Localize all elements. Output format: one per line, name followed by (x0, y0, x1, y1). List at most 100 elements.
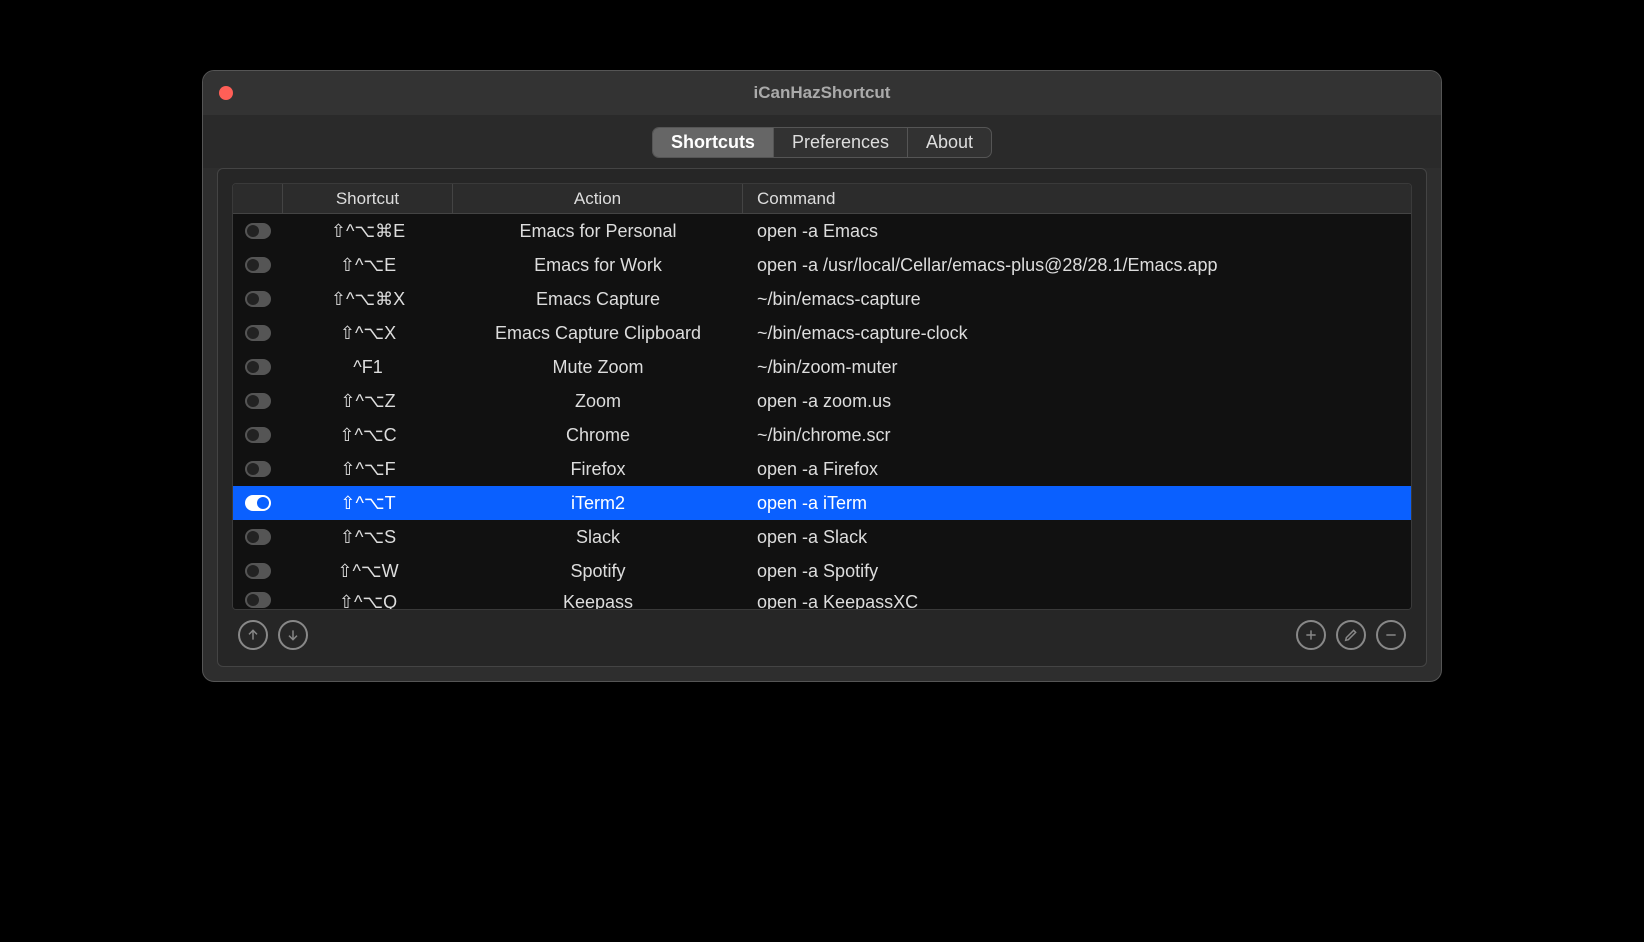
table-row[interactable]: ⇧^⌥⌘XEmacs Capture~/bin/emacs-capture (233, 282, 1411, 316)
row-command: open -a /usr/local/Cellar/emacs-plus@28/… (743, 255, 1411, 276)
close-icon[interactable] (219, 86, 233, 100)
row-toggle[interactable] (233, 461, 283, 477)
toggle-icon (245, 223, 271, 239)
toggle-icon (245, 563, 271, 579)
row-action: Keepass (453, 592, 743, 609)
row-shortcut: ⇧^⌥⌘E (283, 221, 453, 242)
segmented-control: Shortcuts Preferences About (652, 127, 992, 158)
tab-shortcuts[interactable]: Shortcuts (653, 128, 774, 157)
row-shortcut: ⇧^⌥Z (283, 391, 453, 412)
app-window: iCanHazShortcut Shortcuts Preferences Ab… (202, 70, 1442, 682)
row-command: open -a Spotify (743, 561, 1411, 582)
toggle-icon (245, 461, 271, 477)
row-command: open -a iTerm (743, 493, 1411, 514)
content-frame: Shortcut Action Command ⇧^⌥⌘EEmacs for P… (217, 168, 1427, 667)
arrow-down-icon (285, 627, 301, 643)
tab-about[interactable]: About (908, 128, 991, 157)
column-header-shortcut[interactable]: Shortcut (283, 184, 453, 213)
row-toggle[interactable] (233, 359, 283, 375)
window-title: iCanHazShortcut (203, 83, 1441, 103)
table-row[interactable]: ⇧^⌥SSlackopen -a Slack (233, 520, 1411, 554)
table-body: ⇧^⌥⌘EEmacs for Personalopen -a Emacs⇧^⌥E… (233, 214, 1411, 609)
tab-preferences[interactable]: Preferences (774, 128, 908, 157)
column-header-action[interactable]: Action (453, 184, 743, 213)
row-toggle[interactable] (233, 427, 283, 443)
table-row[interactable]: ⇧^⌥XEmacs Capture Clipboard~/bin/emacs-c… (233, 316, 1411, 350)
toggle-icon (245, 257, 271, 273)
row-command: open -a Slack (743, 527, 1411, 548)
row-command: ~/bin/emacs-capture-clock (743, 323, 1411, 344)
row-shortcut: ⇧^⌥E (283, 255, 453, 276)
row-shortcut: ⇧^⌥T (283, 493, 453, 514)
row-shortcut: ⇧^⌥C (283, 425, 453, 446)
table-header: Shortcut Action Command (233, 184, 1411, 214)
table-row[interactable]: ⇧^⌥CChrome~/bin/chrome.scr (233, 418, 1411, 452)
row-toggle[interactable] (233, 495, 283, 511)
shortcuts-table: Shortcut Action Command ⇧^⌥⌘EEmacs for P… (232, 183, 1412, 610)
pencil-icon (1343, 627, 1359, 643)
row-action: Emacs Capture Clipboard (453, 323, 743, 344)
row-shortcut: ⇧^⌥X (283, 323, 453, 344)
arrow-up-icon (245, 627, 261, 643)
table-row[interactable]: ⇧^⌥FFirefoxopen -a Firefox (233, 452, 1411, 486)
row-shortcut: ⇧^⌥F (283, 459, 453, 480)
row-command: open -a Firefox (743, 459, 1411, 480)
row-shortcut: ⇧^⌥S (283, 527, 453, 548)
table-row[interactable]: ⇧^⌥⌘EEmacs for Personalopen -a Emacs (233, 214, 1411, 248)
table-row[interactable]: ⇧^⌥ZZoomopen -a zoom.us (233, 384, 1411, 418)
row-command: ~/bin/emacs-capture (743, 289, 1411, 310)
row-action: Slack (453, 527, 743, 548)
row-action: Zoom (453, 391, 743, 412)
row-action: Firefox (453, 459, 743, 480)
toggle-icon (245, 359, 271, 375)
plus-icon (1303, 627, 1319, 643)
row-toggle[interactable] (233, 257, 283, 273)
row-command: open -a Emacs (743, 221, 1411, 242)
titlebar: iCanHazShortcut (203, 71, 1441, 115)
table-row[interactable]: ⇧^⌥WSpotifyopen -a Spotify (233, 554, 1411, 588)
table-row[interactable]: ⇧^⌥TiTerm2open -a iTerm (233, 486, 1411, 520)
row-action: iTerm2 (453, 493, 743, 514)
toggle-icon (245, 592, 271, 608)
row-toggle[interactable] (233, 325, 283, 341)
toggle-icon (245, 325, 271, 341)
toggle-icon (245, 529, 271, 545)
row-toggle[interactable] (233, 563, 283, 579)
row-command: ~/bin/chrome.scr (743, 425, 1411, 446)
row-action: Mute Zoom (453, 357, 743, 378)
move-up-button[interactable] (238, 620, 268, 650)
move-down-button[interactable] (278, 620, 308, 650)
row-action: Emacs for Work (453, 255, 743, 276)
row-action: Emacs for Personal (453, 221, 743, 242)
row-shortcut: ⇧^⌥⌘X (283, 289, 453, 310)
bottom-toolbar (232, 610, 1412, 652)
row-toggle[interactable] (233, 223, 283, 239)
edit-button[interactable] (1336, 620, 1366, 650)
remove-button[interactable] (1376, 620, 1406, 650)
row-action: Chrome (453, 425, 743, 446)
column-header-toggle[interactable] (233, 184, 283, 213)
column-header-command[interactable]: Command (743, 184, 1411, 213)
row-action: Spotify (453, 561, 743, 582)
row-command: open -a zoom.us (743, 391, 1411, 412)
tab-bar: Shortcuts Preferences About (203, 115, 1441, 168)
toggle-icon (245, 291, 271, 307)
table-row[interactable]: ⇧^⌥QKeepassopen -a KeepassXC (233, 588, 1411, 609)
toggle-icon (245, 427, 271, 443)
add-button[interactable] (1296, 620, 1326, 650)
traffic-lights (219, 86, 233, 100)
row-shortcut: ^F1 (283, 357, 453, 378)
row-shortcut: ⇧^⌥Q (283, 592, 453, 609)
toggle-icon (245, 393, 271, 409)
row-command: ~/bin/zoom-muter (743, 357, 1411, 378)
row-action: Emacs Capture (453, 289, 743, 310)
row-shortcut: ⇧^⌥W (283, 561, 453, 582)
row-command: open -a KeepassXC (743, 592, 1411, 609)
table-row[interactable]: ^F1Mute Zoom~/bin/zoom-muter (233, 350, 1411, 384)
table-row[interactable]: ⇧^⌥EEmacs for Workopen -a /usr/local/Cel… (233, 248, 1411, 282)
row-toggle[interactable] (233, 393, 283, 409)
row-toggle[interactable] (233, 592, 283, 608)
minus-icon (1383, 627, 1399, 643)
row-toggle[interactable] (233, 291, 283, 307)
row-toggle[interactable] (233, 529, 283, 545)
